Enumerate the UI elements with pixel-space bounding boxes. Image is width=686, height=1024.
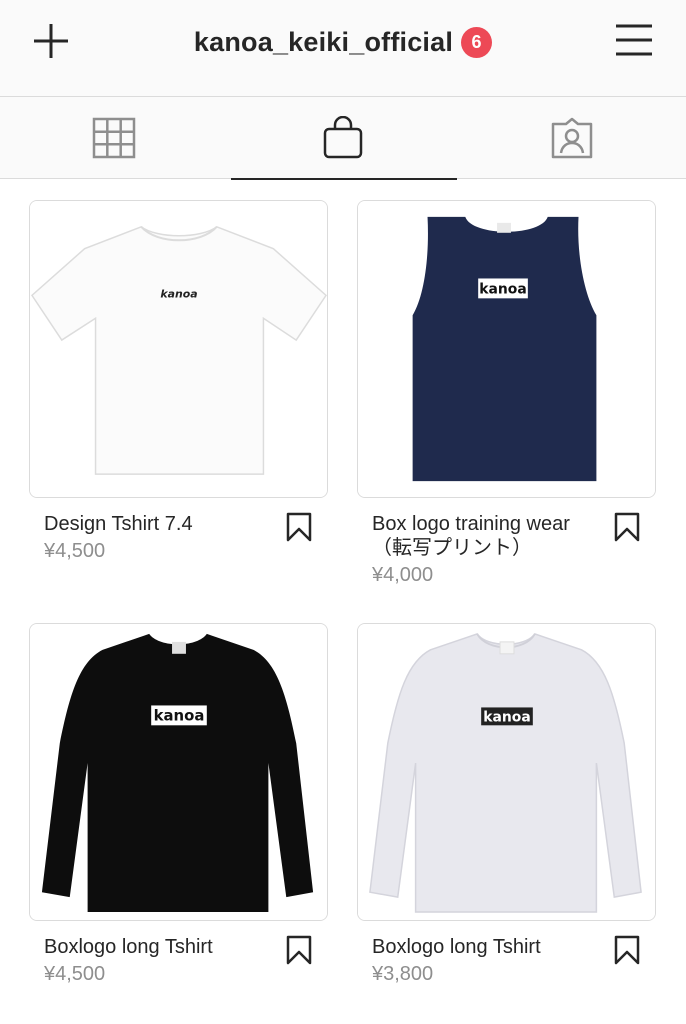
navy-tank-image: kanoa (358, 201, 655, 497)
bookmark-icon (614, 512, 640, 542)
tab-tagged[interactable] (457, 97, 686, 179)
product-price: ¥3,800 (372, 963, 434, 985)
shopping-bag-icon (323, 116, 363, 159)
tab-grid[interactable] (0, 97, 229, 179)
product-card[interactable]: kanoa Boxlogo long Tshirt ¥4,500 (29, 623, 328, 987)
white-longsleeve-image: kanoa (358, 624, 655, 920)
hamburger-menu-icon (616, 24, 652, 56)
tagged-person-icon (551, 117, 592, 159)
product-info: Box logo training wear （転写プリント） ¥4,000 (357, 512, 656, 588)
shirt-logo: kanoa (483, 709, 530, 725)
save-button[interactable] (612, 512, 642, 546)
product-card[interactable]: kanoa Boxlogo long Tshirt ¥3,800 (357, 623, 656, 987)
white-tshirt-image: kanoa (30, 201, 327, 497)
save-button[interactable] (612, 935, 642, 969)
product-image[interactable]: kanoa (29, 200, 328, 498)
black-longsleeve-image: kanoa (30, 624, 327, 920)
product-name: Design Tshirt 7.4 (44, 513, 193, 535)
notification-badge: 6 (461, 26, 493, 58)
bookmark-icon (286, 935, 312, 965)
product-info: Design Tshirt 7.4 ¥4,500 (29, 512, 328, 564)
shirt-logo: kanoa (154, 706, 205, 724)
product-name: Boxlogo long Tshirt (44, 936, 213, 958)
account-switcher[interactable]: kanoa_keiki_official 6 (0, 22, 686, 62)
product-price: ¥4,000 (372, 564, 434, 586)
product-info: Boxlogo long Tshirt ¥4,500 (29, 935, 328, 987)
shirt-logo: kanoa (479, 281, 526, 297)
menu-button[interactable] (610, 18, 658, 62)
product-image[interactable]: kanoa (357, 200, 656, 498)
profile-header: kanoa_keiki_official 6 (0, 0, 686, 97)
product-name-subtitle: （転写プリント） (372, 537, 532, 559)
product-price: ¥4,500 (44, 963, 106, 985)
grid-icon (93, 117, 136, 159)
product-price: ¥4,500 (44, 540, 106, 562)
bookmark-icon (286, 512, 312, 542)
product-info: Boxlogo long Tshirt ¥3,800 (357, 935, 656, 987)
product-name: Boxlogo long Tshirt (372, 936, 541, 958)
profile-tabs (0, 97, 686, 180)
save-button[interactable] (284, 512, 314, 546)
tab-shop[interactable] (229, 97, 458, 180)
product-card[interactable]: kanoa Design Tshirt 7.4 ¥4,500 (29, 200, 328, 564)
shirt-logo: kanoa (160, 287, 197, 300)
save-button[interactable] (284, 935, 314, 969)
username-title: kanoa_keiki_official (193, 26, 454, 57)
product-name: Box logo training wear (372, 513, 570, 535)
bookmark-icon (614, 935, 640, 965)
product-image[interactable]: kanoa (29, 623, 328, 921)
product-image[interactable]: kanoa (357, 623, 656, 921)
product-card[interactable]: kanoa Box logo training wear （転写プリント） ¥4… (357, 200, 656, 588)
